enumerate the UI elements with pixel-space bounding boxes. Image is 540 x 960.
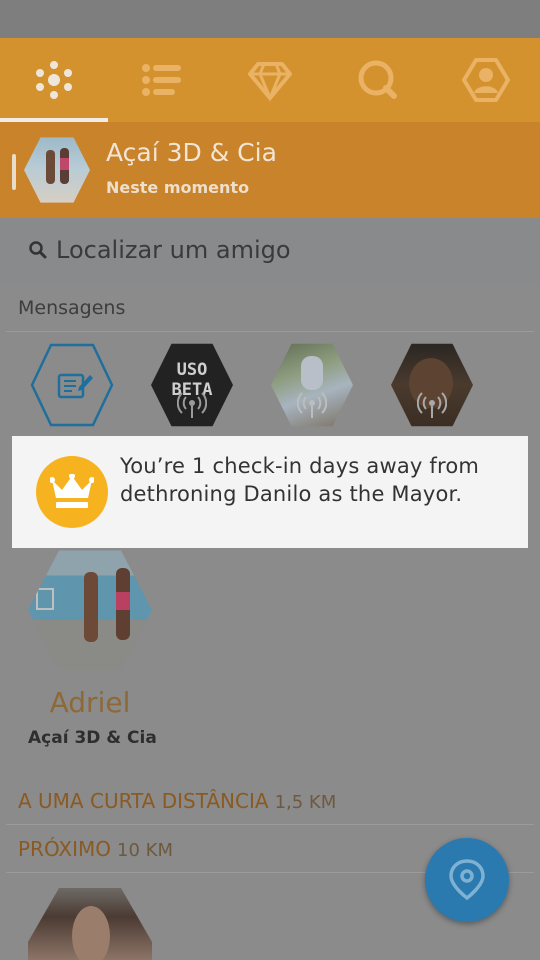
search-icon: [358, 60, 397, 99]
friend-name[interactable]: Adriel: [28, 686, 152, 719]
broadcast-icon: [177, 392, 207, 418]
divider: [6, 824, 534, 825]
crown-icon: [36, 456, 108, 528]
tab-bar: [0, 38, 540, 122]
tab-search[interactable]: [324, 38, 432, 122]
checkin-subtitle: Neste momento: [106, 178, 250, 197]
distance-value: 10 KM: [117, 840, 173, 861]
broadcast-icon: [297, 392, 327, 418]
divider: [6, 331, 534, 332]
mayor-notification[interactable]: You’re 1 check-in days away from dethron…: [12, 436, 528, 548]
search-icon: [29, 241, 47, 259]
compose-message-button[interactable]: [30, 342, 114, 428]
friend-search-bar[interactable]: Localizar um amigo: [0, 218, 540, 284]
tab-activity[interactable]: [0, 38, 108, 122]
location-pin-icon: [449, 859, 485, 901]
messages-header: Mensagens: [18, 297, 126, 319]
checkin-accent-bar: [12, 154, 16, 190]
distance-value: 1,5 KM: [274, 792, 337, 813]
checkin-venue-title: Açaí 3D & Cia: [106, 138, 277, 167]
dots-cluster-icon: [36, 61, 72, 99]
distance-section-header: A UMA CURTA DISTÂNCIA 1,5 KM: [18, 789, 336, 813]
tab-list[interactable]: [108, 38, 216, 122]
tab-profile[interactable]: [432, 38, 540, 122]
broadcast-icon: [417, 392, 447, 418]
check-in-fab[interactable]: [425, 838, 509, 922]
distance-section-label: PRÓXIMO: [18, 837, 112, 861]
friend-venue: Açaí 3D & Cia: [28, 728, 157, 748]
distance-section-label: A UMA CURTA DISTÂNCIA: [18, 789, 269, 813]
status-bar: [0, 0, 540, 38]
edit-icon: [57, 373, 93, 399]
search-input[interactable]: Localizar um amigo: [56, 236, 291, 264]
distance-section-header: PRÓXIMO 10 KM: [18, 837, 173, 861]
list-icon: [142, 64, 181, 96]
mayor-notification-text: You’re 1 check-in days away from dethron…: [120, 454, 480, 506]
tab-rewards[interactable]: [216, 38, 324, 122]
profile-icon: [462, 58, 510, 102]
diamond-icon: [248, 62, 292, 102]
